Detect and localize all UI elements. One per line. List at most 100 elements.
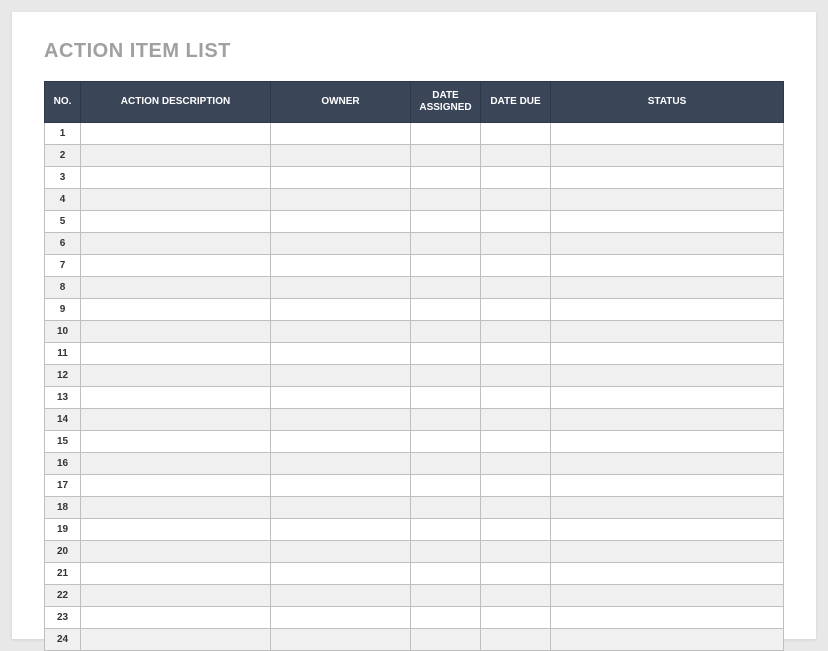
- cell-description[interactable]: [81, 585, 271, 607]
- cell-no[interactable]: 9: [45, 299, 81, 321]
- cell-due[interactable]: [481, 629, 551, 651]
- cell-assigned[interactable]: [411, 123, 481, 145]
- cell-status[interactable]: [551, 211, 784, 233]
- cell-description[interactable]: [81, 519, 271, 541]
- cell-no[interactable]: 10: [45, 321, 81, 343]
- cell-due[interactable]: [481, 387, 551, 409]
- cell-status[interactable]: [551, 343, 784, 365]
- cell-no[interactable]: 8: [45, 277, 81, 299]
- cell-no[interactable]: 23: [45, 607, 81, 629]
- cell-no[interactable]: 16: [45, 453, 81, 475]
- cell-assigned[interactable]: [411, 299, 481, 321]
- cell-no[interactable]: 15: [45, 431, 81, 453]
- cell-assigned[interactable]: [411, 585, 481, 607]
- cell-owner[interactable]: [271, 519, 411, 541]
- cell-assigned[interactable]: [411, 167, 481, 189]
- cell-due[interactable]: [481, 409, 551, 431]
- cell-due[interactable]: [481, 189, 551, 211]
- cell-description[interactable]: [81, 255, 271, 277]
- cell-due[interactable]: [481, 343, 551, 365]
- cell-no[interactable]: 11: [45, 343, 81, 365]
- cell-due[interactable]: [481, 541, 551, 563]
- cell-owner[interactable]: [271, 123, 411, 145]
- cell-assigned[interactable]: [411, 365, 481, 387]
- cell-owner[interactable]: [271, 431, 411, 453]
- cell-description[interactable]: [81, 145, 271, 167]
- cell-no[interactable]: 18: [45, 497, 81, 519]
- cell-assigned[interactable]: [411, 255, 481, 277]
- cell-no[interactable]: 21: [45, 563, 81, 585]
- cell-due[interactable]: [481, 277, 551, 299]
- cell-no[interactable]: 5: [45, 211, 81, 233]
- cell-assigned[interactable]: [411, 519, 481, 541]
- cell-due[interactable]: [481, 563, 551, 585]
- cell-assigned[interactable]: [411, 497, 481, 519]
- cell-description[interactable]: [81, 607, 271, 629]
- cell-no[interactable]: 3: [45, 167, 81, 189]
- cell-owner[interactable]: [271, 321, 411, 343]
- cell-assigned[interactable]: [411, 387, 481, 409]
- cell-status[interactable]: [551, 321, 784, 343]
- cell-no[interactable]: 6: [45, 233, 81, 255]
- cell-assigned[interactable]: [411, 409, 481, 431]
- cell-status[interactable]: [551, 145, 784, 167]
- cell-description[interactable]: [81, 167, 271, 189]
- cell-owner[interactable]: [271, 233, 411, 255]
- cell-description[interactable]: [81, 387, 271, 409]
- cell-due[interactable]: [481, 585, 551, 607]
- cell-owner[interactable]: [271, 453, 411, 475]
- cell-due[interactable]: [481, 453, 551, 475]
- cell-status[interactable]: [551, 365, 784, 387]
- cell-description[interactable]: [81, 541, 271, 563]
- cell-no[interactable]: 22: [45, 585, 81, 607]
- cell-description[interactable]: [81, 189, 271, 211]
- cell-assigned[interactable]: [411, 343, 481, 365]
- cell-assigned[interactable]: [411, 629, 481, 651]
- cell-assigned[interactable]: [411, 541, 481, 563]
- cell-description[interactable]: [81, 123, 271, 145]
- cell-no[interactable]: 17: [45, 475, 81, 497]
- cell-status[interactable]: [551, 167, 784, 189]
- cell-owner[interactable]: [271, 409, 411, 431]
- cell-description[interactable]: [81, 233, 271, 255]
- cell-no[interactable]: 4: [45, 189, 81, 211]
- cell-owner[interactable]: [271, 585, 411, 607]
- cell-status[interactable]: [551, 123, 784, 145]
- cell-due[interactable]: [481, 299, 551, 321]
- cell-description[interactable]: [81, 343, 271, 365]
- cell-description[interactable]: [81, 563, 271, 585]
- cell-assigned[interactable]: [411, 607, 481, 629]
- cell-owner[interactable]: [271, 145, 411, 167]
- cell-status[interactable]: [551, 541, 784, 563]
- cell-due[interactable]: [481, 475, 551, 497]
- cell-owner[interactable]: [271, 299, 411, 321]
- cell-due[interactable]: [481, 497, 551, 519]
- cell-description[interactable]: [81, 497, 271, 519]
- cell-description[interactable]: [81, 431, 271, 453]
- cell-status[interactable]: [551, 277, 784, 299]
- cell-due[interactable]: [481, 255, 551, 277]
- cell-status[interactable]: [551, 233, 784, 255]
- cell-owner[interactable]: [271, 189, 411, 211]
- cell-no[interactable]: 24: [45, 629, 81, 651]
- cell-owner[interactable]: [271, 277, 411, 299]
- cell-no[interactable]: 1: [45, 123, 81, 145]
- cell-status[interactable]: [551, 255, 784, 277]
- cell-status[interactable]: [551, 519, 784, 541]
- cell-no[interactable]: 20: [45, 541, 81, 563]
- cell-owner[interactable]: [271, 365, 411, 387]
- cell-no[interactable]: 7: [45, 255, 81, 277]
- cell-due[interactable]: [481, 211, 551, 233]
- cell-status[interactable]: [551, 299, 784, 321]
- cell-status[interactable]: [551, 409, 784, 431]
- cell-owner[interactable]: [271, 497, 411, 519]
- cell-due[interactable]: [481, 321, 551, 343]
- cell-status[interactable]: [551, 497, 784, 519]
- cell-due[interactable]: [481, 607, 551, 629]
- cell-due[interactable]: [481, 431, 551, 453]
- cell-owner[interactable]: [271, 629, 411, 651]
- cell-no[interactable]: 2: [45, 145, 81, 167]
- cell-description[interactable]: [81, 475, 271, 497]
- cell-due[interactable]: [481, 167, 551, 189]
- cell-status[interactable]: [551, 387, 784, 409]
